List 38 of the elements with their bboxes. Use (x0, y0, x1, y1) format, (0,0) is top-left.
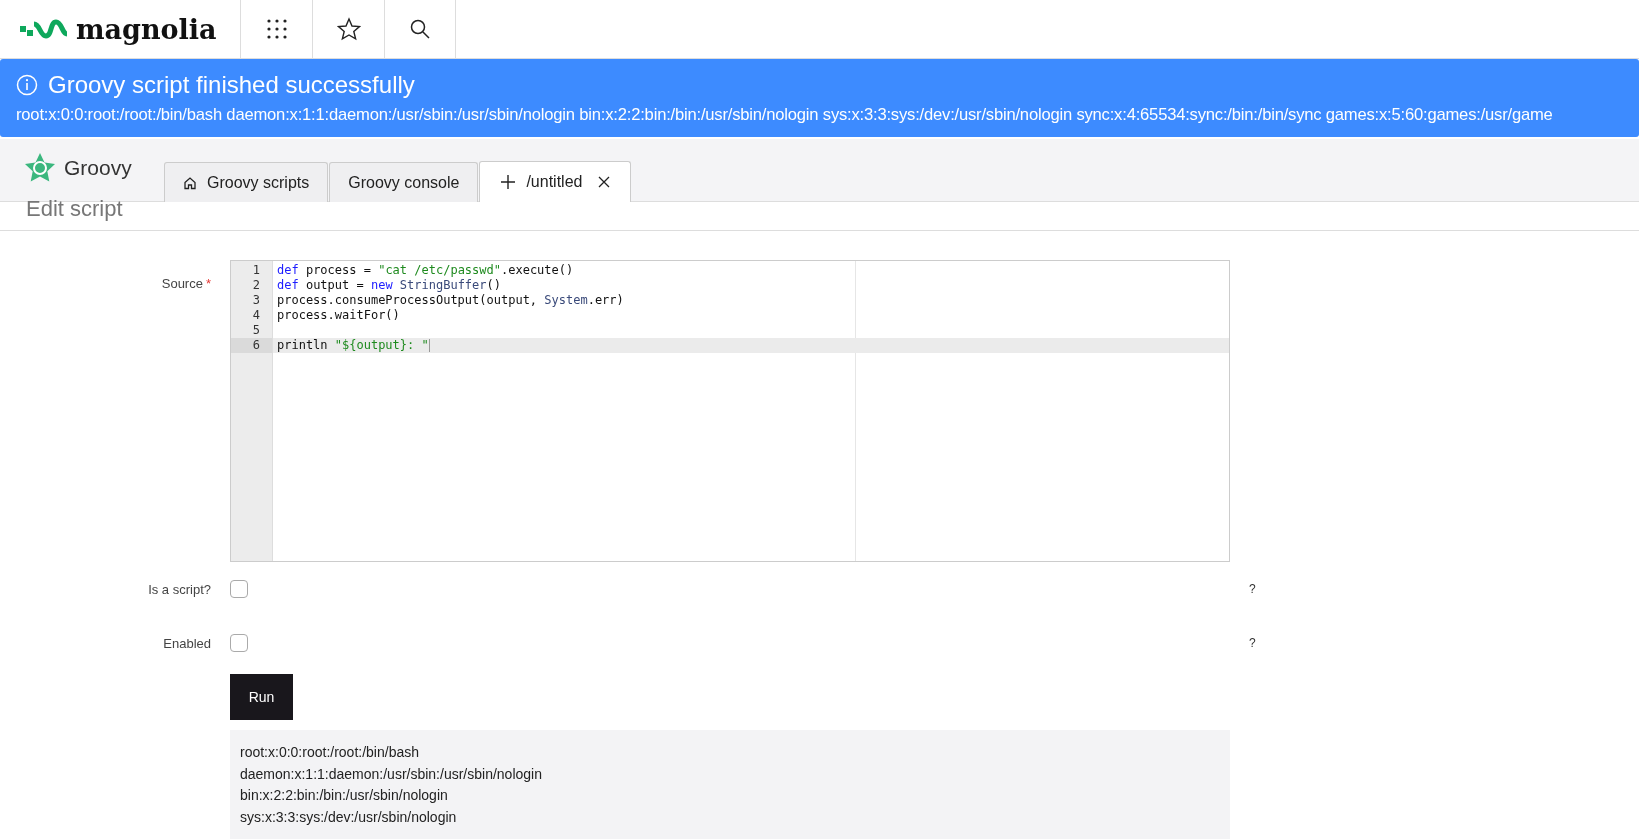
code-editor[interactable]: 1 2 3 4 5 6 def process = "cat /etc/passwd".execute() def output = new StringBuffer() process.consumeProcessOutput(output, System.err) process.waitFor() println "${output}: " (230, 260, 1230, 562)
logo-wave-icon (20, 18, 68, 40)
code-line: def output = new StringBuffer() (276, 278, 502, 293)
help-mark[interactable]: ? (1249, 582, 1256, 596)
code-line: process.consumeProcessOutput(output, System.err) (276, 293, 625, 308)
line-number: 1 (251, 263, 261, 278)
checkbox[interactable] (230, 580, 248, 598)
line-number: 5 (251, 323, 261, 338)
line-number: 2 (251, 278, 261, 293)
app-name: Groovy (64, 156, 132, 180)
line-number: 6 (231, 338, 272, 353)
tab[interactable]: Groovy scripts (164, 162, 329, 202)
field-label: Enabled (163, 635, 211, 651)
star-logo-icon (24, 152, 56, 184)
field-label: Source (161, 276, 203, 291)
notification-title: Groovy script finished successfully (48, 71, 415, 99)
logo-text: magnolia (76, 13, 217, 45)
close-icon[interactable] (598, 176, 611, 188)
checkbox[interactable] (230, 634, 248, 652)
notification-message: root:x:0:0:root:/root:/bin/bash daemon:x:1:1:daemon:/usr/sbin:/usr/sbin/nologin bin:x:2:2:bin:/bin:/usr/sbin/nologin sys:x:3:3:sys:/dev:/usr/sbin/nologin sync:x:4:65534:sync:/bin:/bin/sync games:x:5:60:games:/usr/game (16, 105, 1553, 125)
required-mark: * (205, 276, 211, 291)
output-line: daemon:x:1:1:daemon:/usr/sbin:/usr/sbin/nologin (240, 764, 542, 784)
line-number: 3 (251, 293, 261, 308)
help-mark[interactable]: ? (1249, 636, 1256, 650)
page-title: Edit script (0, 196, 1639, 231)
info-icon (16, 74, 38, 96)
tab[interactable]: /untitled (479, 161, 632, 202)
run-button[interactable]: Run (230, 674, 293, 720)
plus-icon (500, 174, 517, 190)
home-icon (183, 175, 197, 190)
field-label: Is a script? (148, 581, 211, 597)
output-line: root:x:0:0:root:/root:/bin/bash (240, 743, 419, 762)
output-line: bin:x:2:2:bin:/bin:/usr/sbin/nologin (240, 786, 448, 805)
tab[interactable]: Groovy console (329, 162, 479, 202)
output-line: sys:x:3:3:sys:/dev:/usr/sbin/nologin (240, 807, 457, 827)
code-line: process.waitFor() (276, 308, 401, 323)
code-line: def process = "cat /etc/passwd".execute() (276, 263, 575, 278)
line-number: 4 (251, 308, 261, 323)
